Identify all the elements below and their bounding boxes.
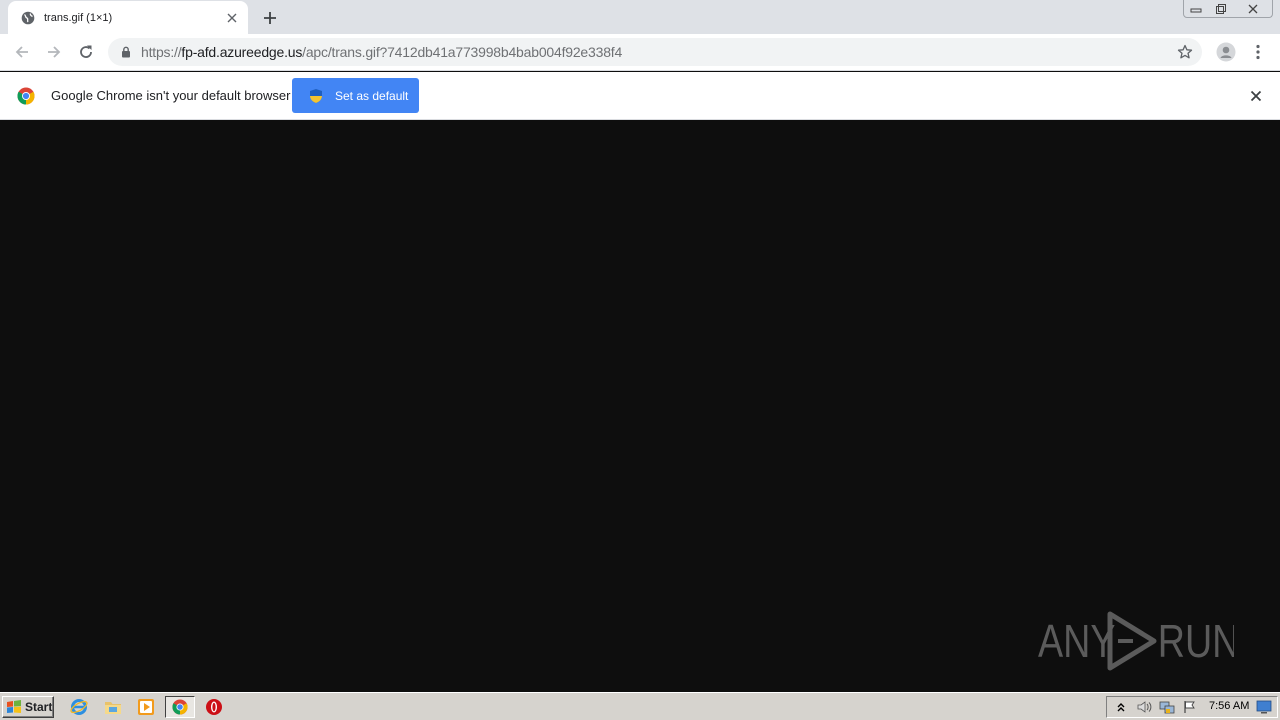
tab-active[interactable]: trans.gif (1×1) (8, 1, 248, 34)
chrome-logo-icon (17, 87, 35, 105)
globe-icon (20, 10, 36, 26)
action-center-flag-icon[interactable] (1181, 699, 1199, 715)
system-tray: 7:56 AM (1106, 696, 1278, 718)
forward-arrow-icon (48, 46, 61, 58)
url-text: https://fp-afd.azureedge.us/apc/trans.gi… (141, 44, 622, 60)
set-as-default-button[interactable]: Set as default (292, 78, 419, 113)
infobar-close-icon[interactable] (1246, 86, 1266, 106)
infobar-message: Google Chrome isn't your default browser (51, 88, 291, 103)
browser-toolbar: https://fp-afd.azureedge.us/apc/trans.gi… (0, 34, 1280, 71)
uac-shield-icon (309, 88, 323, 104)
forward-button[interactable] (40, 38, 68, 66)
reload-icon (80, 45, 92, 58)
reload-button[interactable] (72, 38, 100, 66)
chrome-menu-icon[interactable] (1248, 40, 1268, 64)
network-icon[interactable] (1158, 699, 1176, 715)
start-button[interactable]: Start (2, 696, 54, 718)
url-scheme: https:// (141, 44, 182, 60)
show-hidden-icons-icon[interactable] (1112, 699, 1130, 715)
tab-title: trans.gif (1×1) (44, 11, 113, 24)
volume-icon[interactable] (1135, 699, 1153, 715)
bookmark-star-icon[interactable] (1176, 43, 1194, 61)
close-tab-icon[interactable] (222, 8, 242, 28)
page-content (0, 121, 1280, 692)
restore-icon[interactable] (1209, 0, 1233, 18)
default-browser-infobar: Google Chrome isn't your default browser… (0, 72, 1280, 120)
back-button[interactable] (8, 38, 36, 66)
svg-text:ANY: ANY (1038, 615, 1116, 666)
address-bar[interactable]: https://fp-afd.azureedge.us/apc/trans.gi… (108, 38, 1202, 66)
windows-taskbar: Start 7:56 AM (0, 692, 1280, 720)
start-label: Start (25, 700, 53, 714)
media-player-icon[interactable] (135, 697, 157, 717)
tab-strip: trans.gif (1×1) (0, 0, 1280, 34)
show-desktop-icon[interactable] (1255, 699, 1273, 715)
internet-explorer-icon[interactable] (68, 697, 90, 717)
anyrun-logo: ANY RUN (1038, 611, 1234, 671)
anyrun-watermark: ANY RUN (1038, 608, 1238, 674)
taskbar-clock[interactable]: 7:56 AM (1209, 700, 1249, 712)
close-window-icon[interactable] (1234, 0, 1272, 18)
new-tab-button[interactable] (258, 6, 282, 30)
lock-icon[interactable] (118, 44, 134, 60)
windows-flag-icon (7, 700, 21, 713)
chrome-taskbar-icon[interactable] (165, 696, 195, 718)
set-as-default-label: Set as default (335, 88, 409, 103)
opera-icon[interactable] (203, 697, 225, 717)
profile-avatar-icon[interactable] (1214, 40, 1238, 64)
file-explorer-icon[interactable] (102, 697, 124, 717)
svg-text:RUN: RUN (1158, 615, 1234, 666)
back-arrow-icon (15, 46, 28, 58)
url-host: fp-afd.azureedge.us (181, 44, 303, 60)
minimize-icon[interactable] (1184, 0, 1208, 18)
url-path: /apc/trans.gif?7412db41a773998b4bab004f9… (302, 44, 623, 60)
